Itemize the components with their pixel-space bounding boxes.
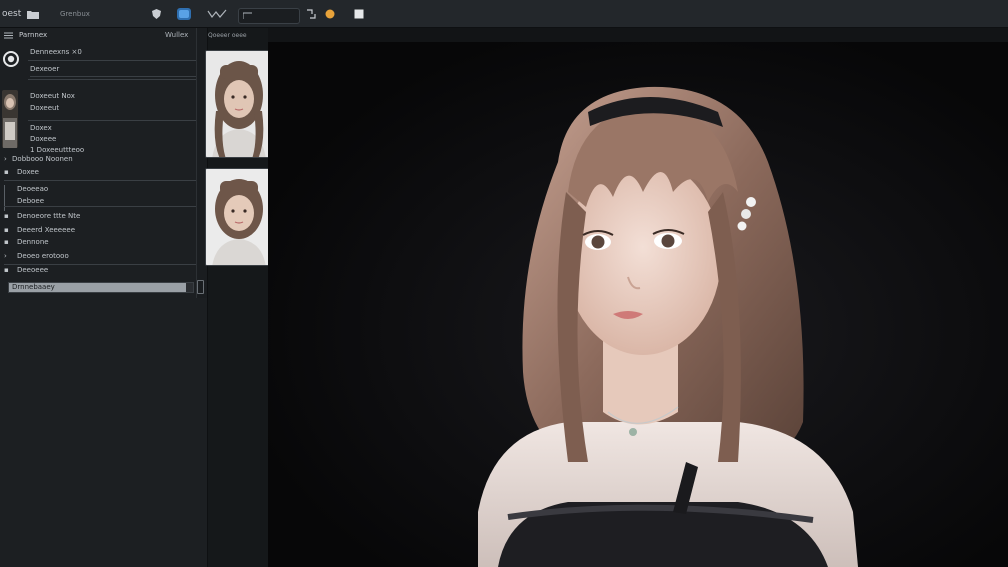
list-item[interactable]: Doxeee	[30, 135, 56, 143]
main-image-viewer[interactable]	[268, 42, 1008, 567]
progress-text: Drnnebaaey	[12, 283, 55, 291]
avatar	[2, 90, 18, 148]
shield-button[interactable]	[152, 0, 161, 28]
color-button[interactable]	[325, 0, 335, 28]
list-item[interactable]: ▪ Dennone	[4, 238, 49, 246]
square-button[interactable]	[354, 0, 364, 28]
list-item[interactable]: Deoeeao Deboee	[4, 185, 48, 211]
list-item[interactable]: Doxeeut Nox	[30, 92, 75, 100]
circle-icon	[325, 9, 335, 19]
divider	[4, 206, 196, 207]
divider	[28, 120, 196, 121]
list-item-label: Dobbooo Noonen	[12, 155, 73, 163]
progress-bar: Drnnebaaey	[8, 282, 194, 293]
list-item-label: Doxee	[16, 168, 39, 176]
folder-icon: ▪	[4, 168, 9, 176]
list-item[interactable]: › Dobbooo Noonen	[4, 155, 73, 163]
toggle-icon	[177, 8, 191, 20]
app-menu[interactable]: oest	[2, 0, 21, 28]
list-item[interactable]: Doxeeut	[30, 104, 59, 112]
radio-icon[interactable]	[2, 48, 20, 70]
scroll-handle[interactable]	[197, 280, 204, 294]
app-menu-label: oest	[2, 9, 22, 19]
sync-button[interactable]	[306, 0, 316, 28]
thumbnail-1[interactable]	[205, 50, 271, 158]
shield-icon	[152, 9, 161, 19]
list-item-label: Deoeo erotooo	[17, 252, 69, 260]
divider	[4, 264, 196, 265]
panel-title: Parnnex	[19, 31, 48, 39]
divider	[28, 60, 196, 61]
list-item-label: Denoeore ttte Nte	[16, 212, 81, 220]
thumbnail-header: Qoeeer oeee	[208, 31, 247, 39]
top-toolbar: oest Grenbux	[0, 0, 1008, 28]
folder-icon	[27, 9, 39, 19]
divider	[28, 79, 196, 80]
app-window: oest Grenbux Parnnex Wullex Denneexns ×0…	[0, 0, 1008, 567]
toggle-button[interactable]	[177, 0, 191, 28]
list-item[interactable]: Dexeoer	[30, 65, 196, 77]
square-icon	[354, 9, 364, 19]
list-item-label: Dennone	[16, 238, 49, 246]
list-item[interactable]: ▪ Deeerd Xeeeeee	[4, 226, 75, 234]
dropdown-marker-icon	[243, 12, 253, 20]
left-panel-header: Parnnex Wullex	[0, 28, 196, 42]
grid-icon	[4, 32, 13, 39]
list-item[interactable]: ▪ Deeoeee	[4, 266, 48, 274]
list-item-label: Deeerd Xeeeeee	[16, 226, 76, 234]
list-item[interactable]: Denneexns ×0	[30, 48, 82, 56]
list-item[interactable]: 1 Doxeeuttteoo	[30, 146, 84, 154]
left-panel: Parnnex Wullex Denneexns ×0 Dexeoer Doxe…	[0, 28, 208, 567]
sync-icon	[306, 9, 316, 19]
divider	[4, 180, 196, 181]
list-item-label: Deeoeee	[16, 266, 49, 274]
list-item[interactable]: ▪ Doxee	[4, 168, 39, 176]
arrow-icon: ›	[4, 155, 7, 163]
panel-title-right[interactable]: Wullex	[165, 31, 188, 39]
menu-item-1[interactable]: Grenbux	[60, 0, 90, 28]
folder-icon: ▪	[4, 226, 9, 234]
thumbnail-column: Qoeeer oeee	[205, 28, 271, 567]
list-item-label: Deboee	[17, 197, 45, 205]
list-item-label: Deoeeao	[17, 185, 49, 193]
folder-button[interactable]	[27, 0, 39, 28]
portrait-image	[268, 42, 1008, 567]
wave-button[interactable]	[207, 0, 227, 28]
folder-icon: ▪	[4, 238, 9, 246]
list-item[interactable]: Doxex	[30, 124, 52, 132]
mode-dropdown[interactable]	[238, 8, 300, 24]
wave-icon	[207, 8, 227, 20]
list-item[interactable]: ▪ Denoeore ttte Nte	[4, 212, 80, 220]
folder-icon: ▪	[4, 266, 9, 274]
folder-icon: ▪	[4, 212, 9, 220]
list-item[interactable]: › Deoeo erotooo	[4, 252, 69, 260]
arrow-icon: ›	[4, 252, 7, 260]
menu-item-1-label: Grenbux	[60, 10, 90, 18]
thumbnail-2[interactable]	[205, 168, 271, 266]
